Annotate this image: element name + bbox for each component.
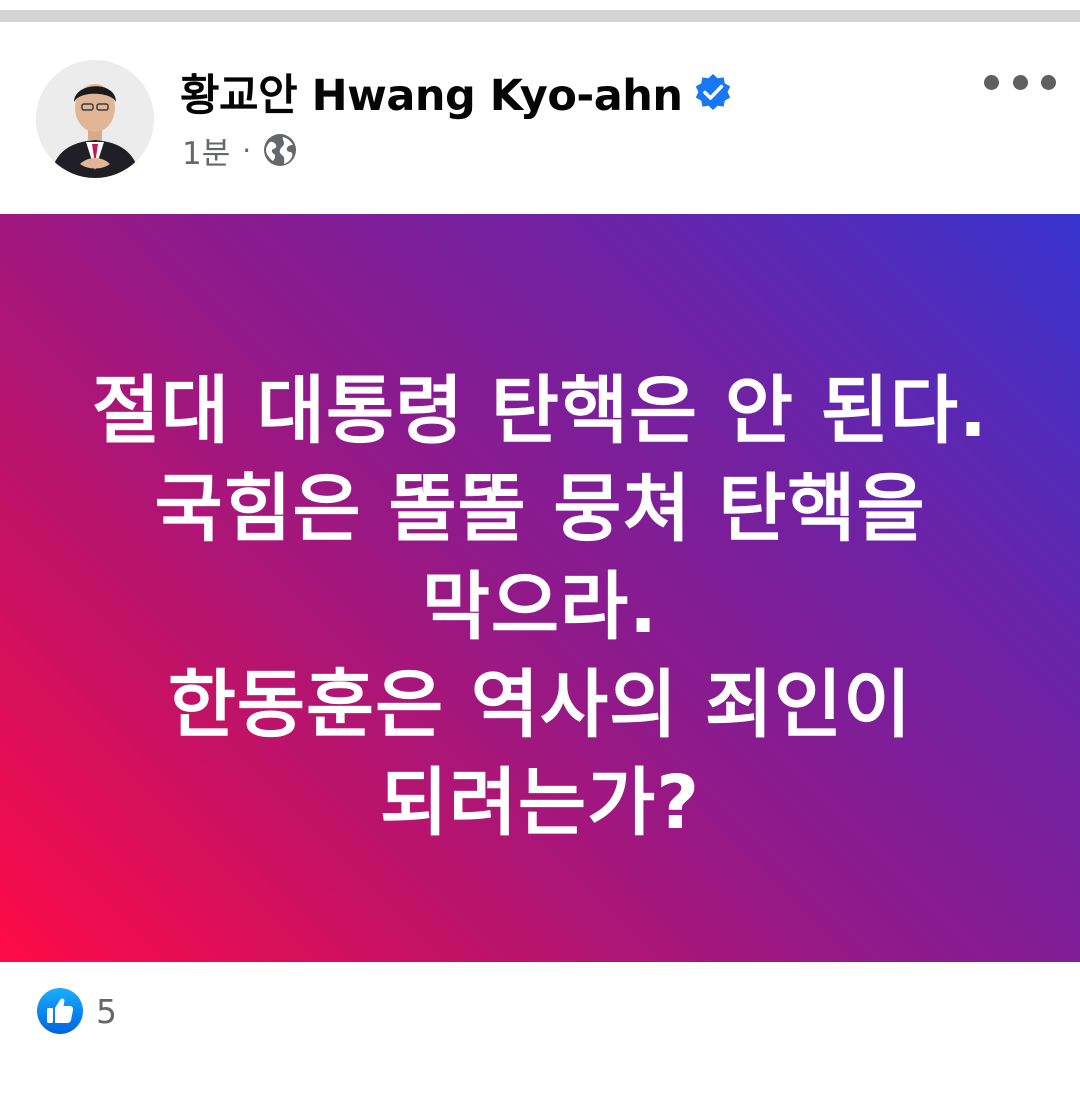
avatar-portrait <box>36 60 154 178</box>
post-text-line: 막으라. <box>421 564 659 650</box>
author-name[interactable]: 황교안 Hwang Kyo-ahn <box>180 61 683 123</box>
more-dot <box>1012 74 1028 90</box>
like-icon <box>36 987 84 1035</box>
post-text-line: 한동훈은 역사의 죄인이 <box>167 662 913 748</box>
more-dot <box>1041 74 1056 90</box>
post-text-line: 되려는가? <box>379 760 701 846</box>
more-options-icon[interactable] <box>984 62 1056 102</box>
like-count[interactable]: 5 <box>96 992 117 1031</box>
more-dot <box>984 74 999 90</box>
post-meta: 1분 · <box>182 128 297 172</box>
verified-badge-icon <box>694 73 732 111</box>
post-timestamp[interactable]: 1분 <box>182 128 230 173</box>
author-row: 황교안 Hwang Kyo-ahn <box>180 62 732 122</box>
post-image-card[interactable]: 절대 대통령 탄핵은 안 된다. 국힘은 똘똘 뭉쳐 탄핵을 막으라. 한동훈은… <box>0 214 1080 962</box>
author-avatar[interactable] <box>36 60 154 178</box>
post-text-line: 절대 대통령 탄핵은 안 된다. <box>91 368 989 454</box>
post-image-text: 절대 대통령 탄핵은 안 된다. 국힘은 똘똘 뭉쳐 탄핵을 막으라. 한동훈은… <box>0 362 1080 852</box>
top-divider <box>0 10 1080 22</box>
meta-separator: · <box>242 133 252 167</box>
reactions-bar[interactable]: 5 <box>36 986 117 1036</box>
post-text-line: 국힘은 똘똘 뭉쳐 탄핵을 <box>154 466 926 552</box>
globe-icon[interactable] <box>263 133 297 167</box>
post-header: 황교안 Hwang Kyo-ahn 1분 · <box>0 22 1080 214</box>
